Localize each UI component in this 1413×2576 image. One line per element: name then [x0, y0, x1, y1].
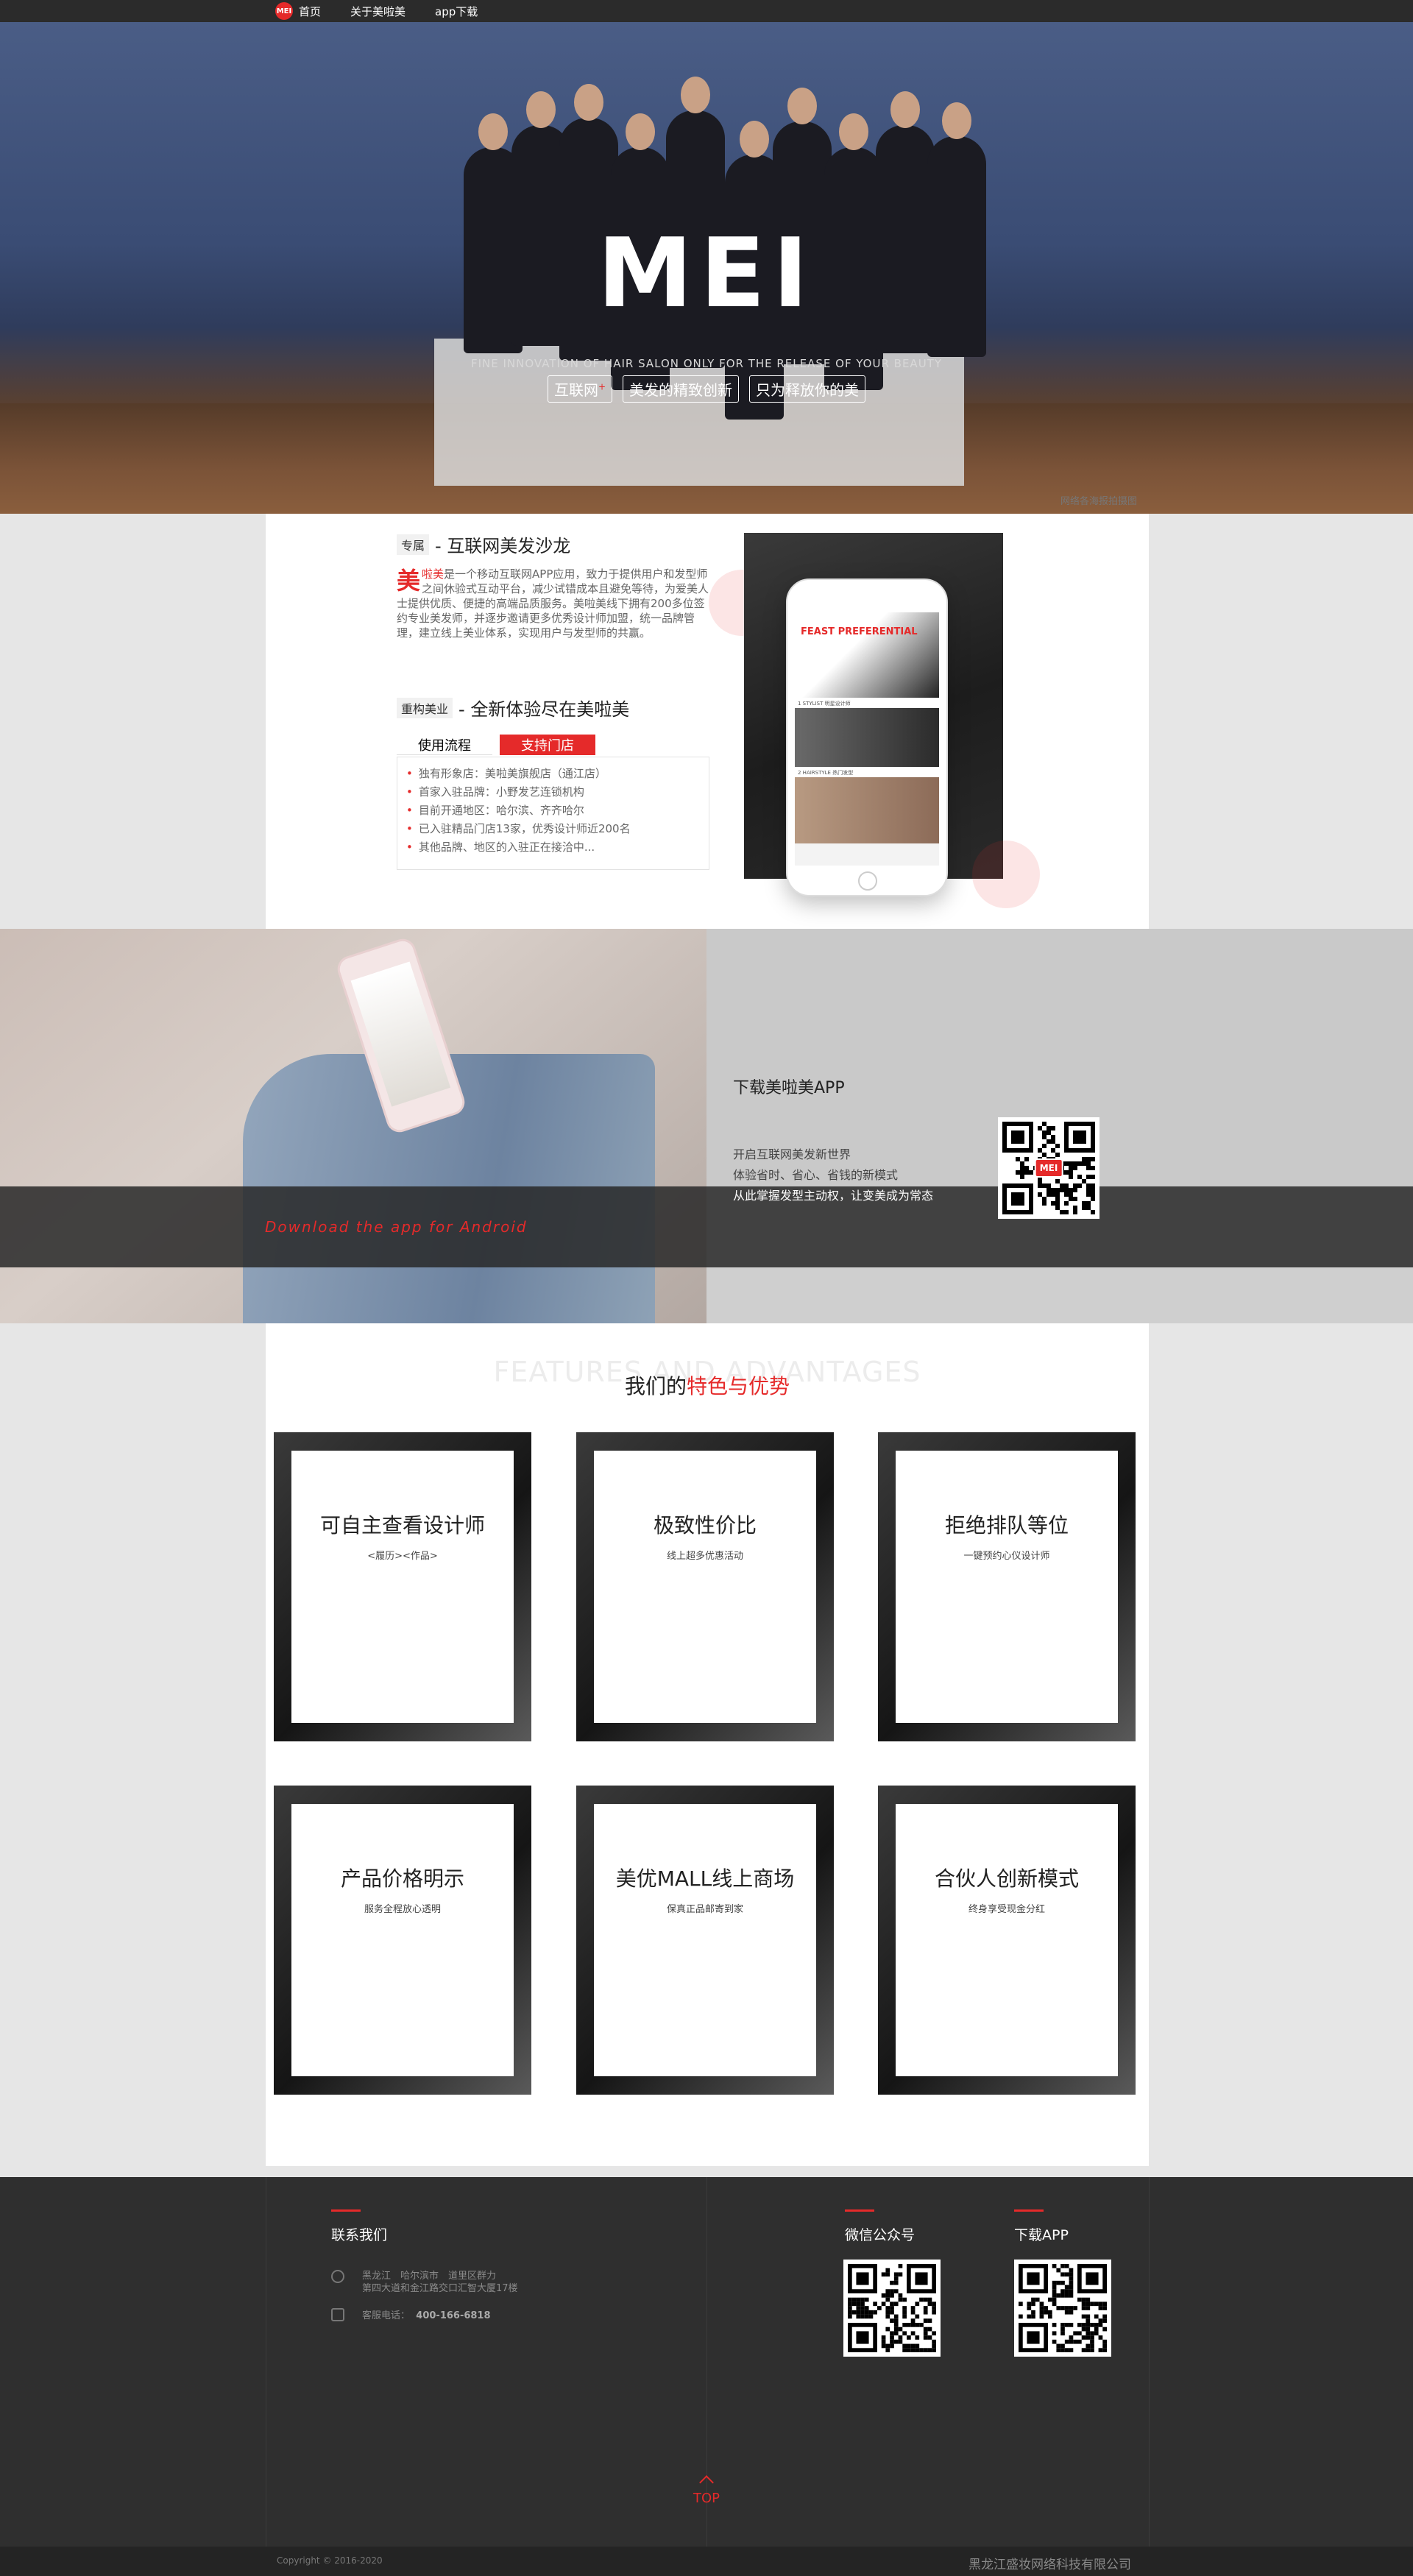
- download-title: 下载美啦美APP: [733, 1079, 845, 1097]
- features-section: FEATURES AND ADVANTAGES 我们的特色与优势 可自主查看设计…: [266, 1323, 1149, 2166]
- heading-text: - 互联网美发沙龙: [435, 536, 571, 556]
- hero-tag: 美发的精致创新: [623, 375, 740, 403]
- mei-drop-cap: 美: [397, 567, 421, 595]
- qr-pattern: [1019, 2264, 1107, 2352]
- download-script-text: Download the app for Android: [265, 1218, 528, 1236]
- heading-tag: 专属: [397, 534, 430, 555]
- feature-card[interactable]: 拒绝排队等位一键预约心仪设计师: [878, 1432, 1136, 1741]
- company-name: 黑龙江盛妆网络科技有限公司: [968, 2558, 1131, 2572]
- arrow-up-icon: [699, 2475, 714, 2490]
- page-root: MEI 首页 关于美啦美 app下载 MEI FINE INNOVATION O…: [0, 0, 1413, 2576]
- hero-tags: 互联网+ 美发的精致创新 只为释放你的美: [0, 375, 1413, 403]
- qr-logo-icon: MEI: [1034, 1158, 1063, 1178]
- info-tabs: 使用流程 支持门店: [397, 735, 595, 755]
- feature-subtitle: <履历><作品>: [367, 1551, 438, 1562]
- hero-credit: 网络各海报拍摄图: [1060, 496, 1137, 507]
- nav-item-label: app下载: [435, 4, 478, 18]
- intro-heading: 专属 - 互联网美发沙龙: [397, 531, 570, 557]
- nav-item-label: 关于美啦美: [350, 4, 406, 18]
- app-qr-code[interactable]: [1014, 2260, 1111, 2357]
- feature-card[interactable]: 产品价格明示服务全程放心透明: [274, 1786, 531, 2095]
- heading-tag: 重构美业: [397, 697, 453, 718]
- accent-bar: [1014, 2209, 1044, 2212]
- feature-subtitle: 终身享受现金分红: [968, 1904, 1045, 1915]
- list-item: 已入驻精品门店13家，优秀设计师近200名: [406, 820, 700, 838]
- service-phone: 客服电话： 400-166-6818: [362, 2310, 491, 2321]
- phone-row: 2 HAIRSTYLE 热门发型: [795, 767, 939, 777]
- tab-supported-stores[interactable]: 支持门店: [500, 735, 595, 755]
- download-line: 从此掌握发型主动权，让变美成为常态: [733, 1189, 934, 1203]
- download-lines: 开启互联网美发新世界 体验省时、省心、省钱的新模式 从此掌握发型主动权，让变美成…: [733, 1144, 933, 1206]
- address: 黑龙江 哈尔滨市 道里区群力 第四大道和金江路交口汇智大厦17楼: [362, 2271, 518, 2294]
- phone-screen: FEAST PREFERENTIAL 1 STYLIST 明星设计师 2 HAI…: [795, 612, 939, 866]
- footer-divider: [1149, 2177, 1150, 2547]
- feature-title: 极致性价比: [653, 1513, 757, 1538]
- nav-item-about[interactable]: 关于美啦美: [350, 4, 406, 19]
- list-item: 目前开通地区：哈尔滨、齐齐哈尔: [406, 802, 700, 820]
- hero-banner: MEI FINE INNOVATION OF HAIR SALON ONLY F…: [0, 22, 1413, 514]
- nav-item-app-download[interactable]: app下载: [435, 4, 478, 19]
- qr-pattern: [848, 2264, 936, 2352]
- feature-title: 拒绝排队等位: [944, 1513, 1069, 1538]
- intro-description: 美啦美是一个移动互联网APP应用，致力于提供用户和发型师之间休验式互动平台，减少…: [397, 567, 709, 640]
- feature-title: 美优MALL线上商场: [615, 1866, 795, 1891]
- feature-subtitle: 保真正品邮寄到家: [666, 1904, 743, 1915]
- hero-tag: 只为释放你的美: [749, 375, 866, 403]
- location-icon: [331, 2270, 344, 2283]
- description-body: 是一个移动互联网APP应用，致力于提供用户和发型师之间休验式互动平台，减少试错成…: [397, 567, 709, 640]
- feature-subtitle: 一键预约心仪设计师: [963, 1551, 1050, 1562]
- contact-title: 联系我们: [331, 2227, 388, 2243]
- feature-card[interactable]: 美优MALL线上商场保真正品邮寄到家: [576, 1786, 834, 2095]
- feature-subtitle: 服务全程放心透明: [364, 1904, 441, 1915]
- mei-logo-icon: MEI: [275, 2, 293, 20]
- download-section: Download the app for Android: [0, 929, 1413, 1323]
- phone-hairstyle-image: [795, 777, 939, 843]
- list-item: 独有形象店：美啦美旗舰店（通江店）: [406, 765, 700, 783]
- hero-tag: 互联网+: [547, 375, 613, 403]
- phone-stylist-image: [795, 708, 939, 767]
- feature-card[interactable]: 合伙人创新模式终身享受现金分红: [878, 1786, 1136, 2095]
- nav-item-home[interactable]: MEI 首页: [275, 2, 321, 20]
- decor-circle: [972, 841, 1040, 908]
- phone-home-button: [858, 871, 877, 891]
- accent-bar: [331, 2209, 361, 2212]
- feature-title: 可自主查看设计师: [319, 1513, 485, 1538]
- copyright-bar: Copyright © 2016-2020 黑龙江盛妆网络科技有限公司: [0, 2547, 1413, 2576]
- intro-section: 专属 - 互联网美发沙龙 美啦美是一个移动互联网APP应用，致力于提供用户和发型…: [266, 514, 1149, 929]
- wechat-title: 微信公众号: [845, 2227, 916, 2243]
- download-line: 开启互联网美发新世界: [733, 1147, 851, 1161]
- hero-logo: MEI: [597, 217, 816, 329]
- copyright: Copyright © 2016-2020: [277, 2555, 383, 2566]
- tab-usage-process[interactable]: 使用流程: [397, 735, 492, 755]
- accent-bar: [845, 2209, 874, 2212]
- feature-subtitle: 线上超多优惠活动: [666, 1551, 743, 1562]
- nav-item-label: 首页: [299, 4, 322, 18]
- download-qr-code[interactable]: MEI: [998, 1117, 1099, 1219]
- phone-icon: [331, 2308, 344, 2321]
- brand-name: 啦美: [422, 567, 445, 581]
- store-list: 独有形象店：美啦美旗舰店（通江店） 首家入驻品牌：小野发艺连锁机构 目前开通地区…: [397, 757, 709, 870]
- list-item: 首家入驻品牌：小野发艺连锁机构: [406, 783, 700, 802]
- heading-text: - 全新体验尽在美啦美: [458, 699, 630, 720]
- phone-row: 1 STYLIST 明星设计师: [795, 698, 939, 708]
- phone-banner: FEAST PREFERENTIAL: [795, 612, 939, 698]
- download-dark-band: [0, 1186, 1413, 1267]
- back-to-top-button[interactable]: TOP: [662, 2475, 751, 2506]
- top-nav: MEI 首页 关于美啦美 app下载: [0, 0, 1413, 22]
- list-item: 其他品牌、地区的入驻正在接洽中...: [406, 838, 700, 857]
- feature-card[interactable]: 可自主查看设计师 <履历><作品>: [274, 1432, 531, 1741]
- feature-card[interactable]: 极致性价比线上超多优惠活动: [576, 1432, 834, 1741]
- features-heading: 我们的特色与优势: [624, 1374, 790, 1398]
- feature-title: 产品价格明示: [340, 1866, 464, 1891]
- hero-subtitle: FINE INNOVATION OF HAIR SALON ONLY FOR T…: [471, 357, 942, 370]
- phone-mockup: FEAST PREFERENTIAL 1 STYLIST 明星设计师 2 HAI…: [786, 578, 948, 896]
- feature-title: 合伙人创新模式: [934, 1866, 1079, 1891]
- app-download-title: 下载APP: [1014, 2227, 1069, 2243]
- experience-heading: 重构美业 - 全新体验尽在美啦美: [397, 695, 629, 721]
- wechat-qr-code[interactable]: [843, 2260, 941, 2357]
- footer: 联系我们 黑龙江 哈尔滨市 道里区群力 第四大道和金江路交口汇智大厦17楼 客服…: [0, 2177, 1413, 2576]
- phone-banner-text: FEAST PREFERENTIAL: [801, 626, 918, 637]
- download-line: 体验省时、省心、省钱的新模式: [733, 1168, 899, 1182]
